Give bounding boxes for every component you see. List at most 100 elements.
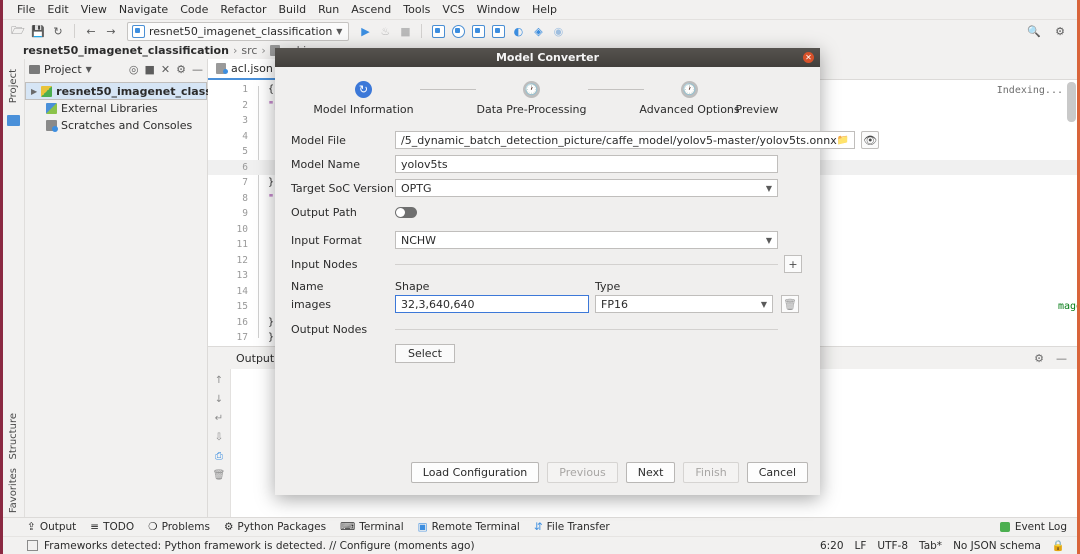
run-icon[interactable]: ▶ — [356, 22, 374, 40]
menu-item-refactor[interactable]: Refactor — [214, 2, 272, 17]
gear-icon[interactable]: ⚙ — [1051, 22, 1069, 40]
profile-icon[interactable] — [449, 22, 467, 40]
model-file-preview-button[interactable]: 👁 — [861, 131, 880, 149]
stop-icon[interactable]: ■ — [396, 22, 414, 40]
step-model-information[interactable]: ↻ Model Information — [308, 81, 420, 116]
gutter-line: 8 — [242, 192, 248, 204]
menu-item-view[interactable]: View — [75, 2, 113, 17]
tree-item-scratches[interactable]: Scratches and Consoles — [25, 117, 207, 134]
menu-item-edit[interactable]: Edit — [41, 2, 74, 17]
next-button[interactable]: Next — [625, 462, 676, 483]
chart-icon[interactable]: ◐ — [509, 22, 527, 40]
input-node-type-select[interactable]: FP16 ▼ — [595, 295, 773, 313]
cancel-button[interactable]: Cancel — [746, 462, 808, 483]
gear-icon[interactable]: ⚙ — [1034, 352, 1044, 365]
close-icon[interactable]: ✕ — [161, 63, 170, 76]
run-configuration-selector[interactable]: resnet50_imagenet_classification ▼ — [127, 21, 350, 41]
bottom-item-label: Remote Terminal — [431, 521, 520, 533]
sync-icon[interactable]: ↻ — [49, 22, 67, 40]
breadcrumb-folder[interactable]: src — [241, 44, 257, 57]
down-arrow-icon[interactable]: ↓ — [215, 394, 223, 405]
menu-item-vcs[interactable]: VCS — [436, 2, 470, 17]
deploy-icon[interactable] — [429, 22, 447, 40]
event-log-label[interactable]: Event Log — [1015, 521, 1067, 533]
menu-item-build[interactable]: Build — [273, 2, 313, 17]
gear-icon[interactable]: ⚙ — [176, 63, 186, 76]
search-icon[interactable]: 🔍 — [1025, 22, 1043, 40]
coverage-icon[interactable] — [469, 22, 487, 40]
load-configuration-button[interactable]: Load Configuration — [410, 462, 540, 483]
output-label: Output: — [236, 351, 278, 365]
indent-setting[interactable]: Tab* — [919, 540, 942, 552]
sidebar-tab-project[interactable]: Project — [6, 65, 21, 107]
line-separator[interactable]: LF — [855, 540, 867, 552]
folder-icon[interactable]: 📁 — [837, 135, 849, 146]
target-soc-select[interactable]: OPTG ▼ — [395, 179, 778, 197]
editor-gutter[interactable]: 1 2 3 4 5 6 7 8 9 10 11 12 13 14 15 16 1 — [208, 80, 259, 346]
bottom-item-todo[interactable]: ≡ TODO — [90, 521, 134, 533]
menu-item-window[interactable]: Window — [471, 2, 526, 17]
input-format-select[interactable]: NCHW ▼ — [395, 231, 778, 249]
remote-icon[interactable] — [489, 22, 507, 40]
save-all-icon[interactable]: 💾 — [29, 22, 47, 40]
sidebar-tab-favorites[interactable]: Favorites — [6, 464, 21, 517]
export-icon[interactable]: ⇩ — [215, 432, 223, 443]
target-icon[interactable]: ◎ — [129, 63, 139, 76]
json-schema-status[interactable]: No JSON schema — [953, 540, 1041, 552]
up-arrow-icon[interactable]: ↑ — [215, 375, 223, 386]
finish-button: Finish — [683, 462, 739, 483]
wrap-icon[interactable]: ↵ — [215, 413, 223, 424]
bottom-item-file-transfer[interactable]: ⇵ File Transfer — [534, 521, 610, 533]
bottom-item-remote-terminal[interactable]: ▣ Remote Terminal — [418, 521, 520, 533]
add-input-node-button[interactable]: + — [784, 255, 802, 273]
menu-item-tools[interactable]: Tools — [397, 2, 436, 17]
menu-item-navigate[interactable]: Navigate — [113, 2, 174, 17]
file-encoding[interactable]: UTF-8 — [877, 540, 908, 552]
debug-icon[interactable]: ♨ — [376, 22, 394, 40]
structure-chip-icon[interactable] — [7, 115, 20, 127]
menu-item-help[interactable]: Help — [526, 2, 563, 17]
model-name-input[interactable]: yolov5ts — [395, 155, 778, 173]
bottom-item-problems[interactable]: ❍ Problems — [148, 521, 210, 533]
select-output-nodes-button[interactable]: Select — [395, 343, 455, 363]
expand-icon[interactable]: ■ — [145, 63, 155, 76]
step-preview[interactable]: Preview — [736, 103, 788, 116]
menu-item-file[interactable]: File — [11, 2, 41, 17]
bottom-item-output[interactable]: ⇪ Output — [27, 521, 76, 533]
editor-scrollbar[interactable] — [1067, 82, 1076, 122]
breadcrumb-project[interactable]: resnet50_imagenet_classification — [23, 44, 229, 57]
minimize-icon[interactable]: — — [192, 63, 203, 76]
notification-icon[interactable] — [27, 540, 38, 551]
tree-item-module[interactable]: ▶ resnet50_imagenet_classification — [25, 82, 262, 100]
trash-icon[interactable]: 🗑 — [213, 470, 226, 481]
minimize-icon[interactable]: — — [1056, 352, 1067, 365]
bottom-item-terminal[interactable]: ⌨ Terminal — [340, 521, 404, 533]
ide-window: File Edit View Navigate Code Refactor Bu… — [0, 0, 1080, 554]
print-icon[interactable]: ⎙ — [215, 451, 223, 462]
status-message[interactable]: Frameworks detected: Python framework is… — [44, 540, 475, 552]
open-project-icon[interactable]: 🗁 — [9, 22, 27, 40]
lock-icon[interactable]: 🔒 — [1052, 539, 1065, 552]
back-arrow-icon[interactable]: ← — [82, 22, 100, 40]
menu-item-ascend[interactable]: Ascend — [345, 2, 397, 17]
menu-item-code[interactable]: Code — [174, 2, 214, 17]
forward-arrow-icon[interactable]: → — [102, 22, 120, 40]
bottom-item-python-packages[interactable]: ⚙ Python Packages — [224, 521, 326, 533]
project-panel-title[interactable]: Project — [44, 63, 82, 76]
delete-input-node-button[interactable]: 🗑 — [781, 295, 799, 313]
output-path-toggle[interactable] — [395, 206, 417, 218]
search-tool-icon[interactable]: ◉ — [549, 22, 567, 40]
caret-position[interactable]: 6:20 — [820, 540, 844, 552]
input-node-shape-input[interactable]: 32,3,640,640 — [395, 295, 589, 313]
chevron-right-icon[interactable]: ▶ — [31, 87, 37, 96]
menu-item-run[interactable]: Run — [312, 2, 345, 17]
ascend-icon[interactable]: ◈ — [529, 22, 547, 40]
step-advanced-options[interactable]: 🕐 Advanced Options — [639, 81, 740, 116]
step-data-preprocessing[interactable]: 🕐 Data Pre-Processing — [476, 81, 588, 116]
sidebar-tab-structure[interactable]: Structure — [6, 409, 21, 464]
tree-item-external-libraries[interactable]: External Libraries — [25, 100, 207, 117]
chevron-down-icon[interactable]: ▼ — [86, 65, 92, 74]
target-soc-value: OPTG — [401, 181, 432, 195]
model-file-input[interactable]: /5_dynamic_batch_detection_picture/caffe… — [395, 131, 856, 149]
close-icon[interactable]: ✕ — [803, 52, 814, 63]
